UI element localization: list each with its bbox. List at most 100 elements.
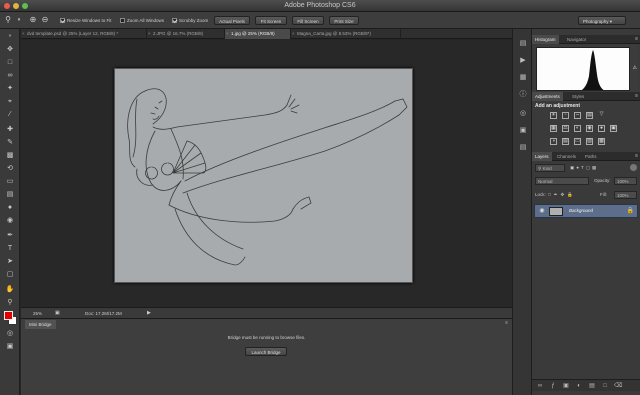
hue-saturation-icon[interactable]: ▦ <box>550 125 557 132</box>
posterize-icon[interactable]: ▤ <box>562 138 569 145</box>
marquee-tool-icon[interactable]: □ <box>5 58 15 67</box>
document-image[interactable] <box>114 68 413 283</box>
tab-dvd-template[interactable]: × dvd template.psd @ 25% (Layer 12, RGB/8… <box>21 29 147 39</box>
mini-bridge-tab[interactable]: Mini Bridge <box>25 320 56 329</box>
status-arrow-icon[interactable]: ▶ <box>147 310 151 317</box>
vibrance-icon[interactable]: ▽ <box>598 112 605 119</box>
panel-menu-icon[interactable]: ≡ <box>635 92 638 101</box>
foreground-color-swatch[interactable] <box>4 311 13 320</box>
tab-magna-carta[interactable]: × Magna_Carta.jpg @ 8.53% (RGB/8*) <box>291 29 401 39</box>
clone-stamp-tool-icon[interactable]: ▩ <box>5 151 15 160</box>
pen-tool-icon[interactable]: ✒ <box>5 231 15 240</box>
print-size-button[interactable]: Print Size <box>329 16 359 25</box>
visibility-eye-icon[interactable]: ◉ <box>538 208 546 215</box>
fill-screen-button[interactable]: Fill Screen <box>292 16 324 25</box>
fill-field[interactable]: 100% <box>614 191 637 199</box>
threshold-icon[interactable]: ▭ <box>574 138 581 145</box>
zoom-out-icon[interactable]: ⊖ <box>40 15 50 25</box>
panel-menu-icon[interactable]: ≡ <box>505 320 508 326</box>
tab-adjustments[interactable]: Adjustments <box>532 92 563 101</box>
close-icon[interactable]: × <box>226 29 229 39</box>
channel-mixer-icon[interactable]: ● <box>598 125 605 132</box>
properties-panel-icon[interactable]: ▦ <box>518 73 528 83</box>
invert-icon[interactable]: ◑ <box>550 138 557 145</box>
lock-options-icons[interactable]: □✒✥🔒 <box>548 192 576 198</box>
collapse-toolbox-icon[interactable]: » <box>5 32 15 41</box>
tab-channels[interactable]: Channels <box>554 152 579 161</box>
healing-brush-tool-icon[interactable]: ✚ <box>5 125 15 134</box>
move-tool-icon[interactable]: ✥ <box>5 45 15 54</box>
tab-histogram[interactable]: Histogram <box>532 35 559 44</box>
history-brush-tool-icon[interactable]: ⟲ <box>5 164 15 173</box>
gradient-tool-icon[interactable]: ▤ <box>5 190 15 199</box>
type-tool-icon[interactable]: T <box>5 244 15 253</box>
tab-2-jpg[interactable]: × 2.JPG @ 16.7% (RGB/8) <box>147 29 225 39</box>
canvas-area[interactable] <box>21 40 512 307</box>
dodge-tool-icon[interactable]: ◉ <box>5 216 15 225</box>
black-white-icon[interactable]: ◐ <box>574 125 581 132</box>
history-panel-icon[interactable]: ▤ <box>518 39 528 49</box>
blend-mode-select[interactable]: Normal <box>535 177 589 185</box>
gradient-map-icon[interactable]: ▩ <box>598 138 605 145</box>
tab-layers[interactable]: Layers <box>532 152 552 161</box>
exposure-icon[interactable]: ▤ <box>586 112 593 119</box>
resize-windows-option[interactable]: Resize Windows to Fit <box>60 16 112 25</box>
crop-tool-icon[interactable]: ⌖ <box>5 97 15 106</box>
status-menu-icon[interactable]: ▣ <box>55 310 60 317</box>
brush-presets-panel-icon[interactable]: ▣ <box>518 126 528 136</box>
adjustment-layer-icon[interactable]: ◐ <box>575 382 583 390</box>
screen-mode-icon[interactable]: ▣ <box>5 342 15 351</box>
curves-icon[interactable]: ∽ <box>574 112 581 119</box>
workspace-switcher[interactable]: Photography ▾ <box>578 16 626 25</box>
quick-selection-tool-icon[interactable]: ✦ <box>5 84 15 93</box>
blur-tool-icon[interactable]: ● <box>5 203 15 212</box>
eraser-tool-icon[interactable]: ▭ <box>5 177 15 186</box>
layer-filter-kind[interactable]: ⚲ Kind <box>535 164 565 172</box>
character-panel-icon[interactable]: ▤ <box>518 143 528 153</box>
close-icon[interactable]: × <box>292 29 295 39</box>
panel-menu-icon[interactable]: ≡ <box>635 152 638 161</box>
tab-1-jpg[interactable]: × 1.jpg @ 25% (RGB/8) <box>225 29 291 39</box>
actions-panel-icon[interactable]: ▶ <box>518 56 528 66</box>
launch-bridge-button[interactable]: Launch Bridge <box>245 347 287 356</box>
info-panel-icon[interactable]: ⓘ <box>518 90 528 100</box>
zoom-all-option[interactable]: Zoom All Windows <box>120 16 164 25</box>
panel-menu-icon[interactable]: ≡ <box>635 35 638 44</box>
zoom-tool-icon[interactable]: ⚲ <box>5 298 15 307</box>
tab-paths[interactable]: Paths <box>582 152 600 161</box>
tab-navigator[interactable]: Navigator <box>564 35 589 44</box>
scrubby-zoom-checkbox[interactable] <box>172 18 177 24</box>
tab-styles[interactable]: Styles <box>569 92 587 101</box>
tool-preset-dropdown-icon[interactable]: ▾ <box>14 15 24 25</box>
selective-color-icon[interactable]: ▨ <box>586 138 593 145</box>
quick-mask-icon[interactable]: ◎ <box>5 329 15 338</box>
link-layers-icon[interactable]: ∞ <box>536 382 544 390</box>
path-selection-tool-icon[interactable]: ➤ <box>5 257 15 266</box>
brightness-contrast-icon[interactable]: ☀ <box>550 112 557 119</box>
add-mask-icon[interactable]: ▣ <box>562 382 570 390</box>
layer-name[interactable]: Background <box>569 208 593 213</box>
scrubby-zoom-option[interactable]: Scrubby Zoom <box>172 16 208 25</box>
zoom-all-checkbox[interactable] <box>120 18 125 24</box>
close-icon[interactable]: × <box>148 29 151 39</box>
levels-icon[interactable]: ▫ <box>562 112 569 119</box>
resize-windows-checkbox[interactable] <box>60 18 65 24</box>
actual-pixels-button[interactable]: Actual Pixels <box>214 16 250 25</box>
hand-tool-icon[interactable]: ✋ <box>5 285 15 294</box>
opacity-field[interactable]: 100% <box>614 177 637 185</box>
close-icon[interactable]: × <box>22 29 25 39</box>
shape-tool-icon[interactable]: ▢ <box>5 270 15 279</box>
fit-screen-button[interactable]: Fit Screen <box>255 16 287 25</box>
zoom-in-icon[interactable]: ⊕ <box>28 15 38 25</box>
clone-source-panel-icon[interactable]: ◎ <box>518 109 528 119</box>
layer-style-icon[interactable]: ƒ <box>549 382 557 390</box>
lasso-tool-icon[interactable]: ∞ <box>5 71 15 80</box>
color-balance-icon[interactable]: ⚖ <box>562 125 569 132</box>
eyedropper-tool-icon[interactable]: ⁄ <box>5 110 15 119</box>
color-lookup-icon[interactable]: ▣ <box>610 125 617 132</box>
zoom-tool-icon[interactable]: ⚲ <box>3 15 13 25</box>
brush-tool-icon[interactable]: ✎ <box>5 138 15 147</box>
delete-layer-icon[interactable]: ⌫ <box>614 382 622 390</box>
layer-filter-icons[interactable]: ▣●T▢▩ <box>570 165 598 171</box>
new-group-icon[interactable]: ▤ <box>588 382 596 390</box>
